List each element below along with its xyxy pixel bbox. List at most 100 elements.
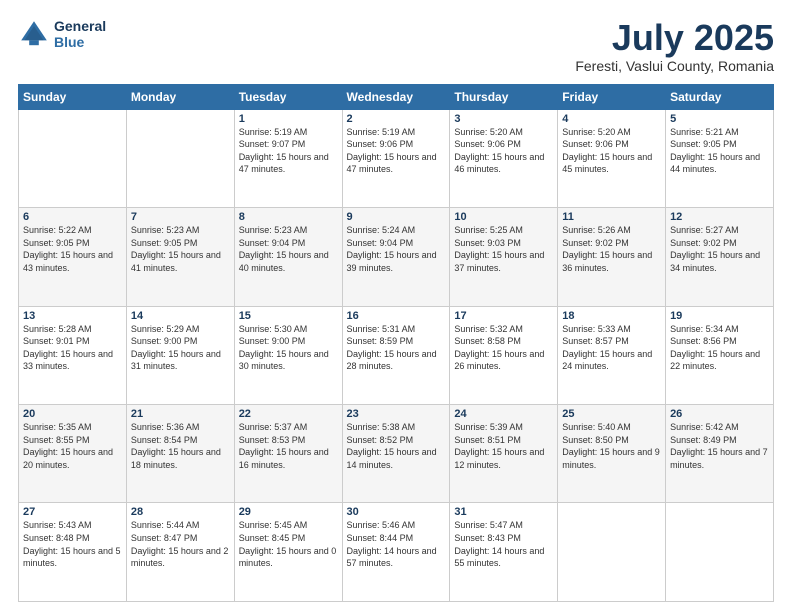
day-number: 25	[562, 408, 661, 420]
daylight-hours: Daylight: 15 hours and 2 minutes.	[131, 546, 229, 569]
daylight-hours: Daylight: 15 hours and 45 minutes.	[562, 152, 652, 175]
day-info: Sunrise: 5:19 AM Sunset: 9:06 PM Dayligh…	[347, 126, 446, 176]
sunrise-time: Sunrise: 5:20 AM	[454, 127, 523, 137]
day-number: 31	[454, 506, 553, 518]
day-number: 22	[239, 408, 338, 420]
day-info: Sunrise: 5:35 AM Sunset: 8:55 PM Dayligh…	[23, 421, 122, 471]
table-row: 18 Sunrise: 5:33 AM Sunset: 8:57 PM Dayl…	[558, 306, 666, 404]
sunset-time: Sunset: 9:00 PM	[239, 336, 306, 346]
sunrise-time: Sunrise: 5:25 AM	[454, 225, 523, 235]
table-row: 8 Sunrise: 5:23 AM Sunset: 9:04 PM Dayli…	[234, 208, 342, 306]
sunrise-time: Sunrise: 5:38 AM	[347, 422, 416, 432]
day-number: 5	[670, 113, 769, 125]
day-number: 26	[670, 408, 769, 420]
table-row: 13 Sunrise: 5:28 AM Sunset: 9:01 PM Dayl…	[19, 306, 127, 404]
day-info: Sunrise: 5:39 AM Sunset: 8:51 PM Dayligh…	[454, 421, 553, 471]
sunset-time: Sunset: 9:06 PM	[454, 139, 521, 149]
day-info: Sunrise: 5:30 AM Sunset: 9:00 PM Dayligh…	[239, 323, 338, 373]
sunset-time: Sunset: 8:52 PM	[347, 435, 414, 445]
calendar-week-row: 6 Sunrise: 5:22 AM Sunset: 9:05 PM Dayli…	[19, 208, 774, 306]
day-info: Sunrise: 5:43 AM Sunset: 8:48 PM Dayligh…	[23, 519, 122, 569]
daylight-hours: Daylight: 15 hours and 24 minutes.	[562, 349, 652, 372]
sunrise-time: Sunrise: 5:42 AM	[670, 422, 739, 432]
day-info: Sunrise: 5:28 AM Sunset: 9:01 PM Dayligh…	[23, 323, 122, 373]
day-number: 7	[131, 211, 230, 223]
table-row: 28 Sunrise: 5:44 AM Sunset: 8:47 PM Dayl…	[126, 503, 234, 602]
table-row: 25 Sunrise: 5:40 AM Sunset: 8:50 PM Dayl…	[558, 405, 666, 503]
sunrise-time: Sunrise: 5:19 AM	[347, 127, 416, 137]
calendar-header-row: Sunday Monday Tuesday Wednesday Thursday…	[19, 84, 774, 109]
sunrise-time: Sunrise: 5:33 AM	[562, 324, 631, 334]
sunrise-time: Sunrise: 5:46 AM	[347, 520, 416, 530]
daylight-hours: Daylight: 15 hours and 20 minutes.	[23, 447, 113, 470]
day-info: Sunrise: 5:32 AM Sunset: 8:58 PM Dayligh…	[454, 323, 553, 373]
day-number: 19	[670, 310, 769, 322]
sunset-time: Sunset: 9:05 PM	[131, 238, 198, 248]
day-number: 30	[347, 506, 446, 518]
sunset-time: Sunset: 9:02 PM	[562, 238, 629, 248]
col-sunday: Sunday	[19, 84, 127, 109]
table-row: 16 Sunrise: 5:31 AM Sunset: 8:59 PM Dayl…	[342, 306, 450, 404]
col-thursday: Thursday	[450, 84, 558, 109]
sunset-time: Sunset: 9:00 PM	[131, 336, 198, 346]
day-number: 9	[347, 211, 446, 223]
day-info: Sunrise: 5:26 AM Sunset: 9:02 PM Dayligh…	[562, 224, 661, 274]
day-number: 24	[454, 408, 553, 420]
sunset-time: Sunset: 8:54 PM	[131, 435, 198, 445]
sunset-time: Sunset: 8:58 PM	[454, 336, 521, 346]
sunrise-time: Sunrise: 5:47 AM	[454, 520, 523, 530]
daylight-hours: Daylight: 15 hours and 9 minutes.	[562, 447, 660, 470]
day-info: Sunrise: 5:24 AM Sunset: 9:04 PM Dayligh…	[347, 224, 446, 274]
day-number: 1	[239, 113, 338, 125]
day-info: Sunrise: 5:23 AM Sunset: 9:04 PM Dayligh…	[239, 224, 338, 274]
logo-text: General Blue	[54, 18, 106, 50]
table-row: 12 Sunrise: 5:27 AM Sunset: 9:02 PM Dayl…	[666, 208, 774, 306]
daylight-hours: Daylight: 15 hours and 37 minutes.	[454, 250, 544, 273]
day-number: 21	[131, 408, 230, 420]
table-row: 11 Sunrise: 5:26 AM Sunset: 9:02 PM Dayl…	[558, 208, 666, 306]
day-info: Sunrise: 5:36 AM Sunset: 8:54 PM Dayligh…	[131, 421, 230, 471]
sunrise-time: Sunrise: 5:36 AM	[131, 422, 200, 432]
calendar-table: Sunday Monday Tuesday Wednesday Thursday…	[18, 84, 774, 602]
day-info: Sunrise: 5:29 AM Sunset: 9:00 PM Dayligh…	[131, 323, 230, 373]
daylight-hours: Daylight: 15 hours and 26 minutes.	[454, 349, 544, 372]
sunset-time: Sunset: 9:03 PM	[454, 238, 521, 248]
daylight-hours: Daylight: 15 hours and 47 minutes.	[347, 152, 437, 175]
sunrise-time: Sunrise: 5:29 AM	[131, 324, 200, 334]
day-number: 28	[131, 506, 230, 518]
day-info: Sunrise: 5:46 AM Sunset: 8:44 PM Dayligh…	[347, 519, 446, 569]
calendar-week-row: 27 Sunrise: 5:43 AM Sunset: 8:48 PM Dayl…	[19, 503, 774, 602]
daylight-hours: Daylight: 15 hours and 34 minutes.	[670, 250, 760, 273]
day-number: 10	[454, 211, 553, 223]
col-saturday: Saturday	[666, 84, 774, 109]
day-number: 8	[239, 211, 338, 223]
sunrise-time: Sunrise: 5:43 AM	[23, 520, 92, 530]
day-number: 6	[23, 211, 122, 223]
daylight-hours: Daylight: 14 hours and 57 minutes.	[347, 546, 437, 569]
sunrise-time: Sunrise: 5:23 AM	[131, 225, 200, 235]
table-row: 22 Sunrise: 5:37 AM Sunset: 8:53 PM Dayl…	[234, 405, 342, 503]
daylight-hours: Daylight: 15 hours and 31 minutes.	[131, 349, 221, 372]
table-row: 24 Sunrise: 5:39 AM Sunset: 8:51 PM Dayl…	[450, 405, 558, 503]
table-row: 3 Sunrise: 5:20 AM Sunset: 9:06 PM Dayli…	[450, 109, 558, 207]
day-number: 16	[347, 310, 446, 322]
sunrise-time: Sunrise: 5:28 AM	[23, 324, 92, 334]
table-row: 23 Sunrise: 5:38 AM Sunset: 8:52 PM Dayl…	[342, 405, 450, 503]
daylight-hours: Daylight: 14 hours and 55 minutes.	[454, 546, 544, 569]
col-monday: Monday	[126, 84, 234, 109]
sunrise-time: Sunrise: 5:39 AM	[454, 422, 523, 432]
sunrise-time: Sunrise: 5:21 AM	[670, 127, 739, 137]
day-info: Sunrise: 5:45 AM Sunset: 8:45 PM Dayligh…	[239, 519, 338, 569]
table-row: 5 Sunrise: 5:21 AM Sunset: 9:05 PM Dayli…	[666, 109, 774, 207]
sunset-time: Sunset: 8:57 PM	[562, 336, 629, 346]
table-row: 7 Sunrise: 5:23 AM Sunset: 9:05 PM Dayli…	[126, 208, 234, 306]
subtitle: Feresti, Vaslui County, Romania	[575, 58, 774, 74]
daylight-hours: Daylight: 15 hours and 44 minutes.	[670, 152, 760, 175]
day-info: Sunrise: 5:23 AM Sunset: 9:05 PM Dayligh…	[131, 224, 230, 274]
daylight-hours: Daylight: 15 hours and 0 minutes.	[239, 546, 337, 569]
sunrise-time: Sunrise: 5:27 AM	[670, 225, 739, 235]
daylight-hours: Daylight: 15 hours and 12 minutes.	[454, 447, 544, 470]
day-info: Sunrise: 5:37 AM Sunset: 8:53 PM Dayligh…	[239, 421, 338, 471]
calendar-week-row: 1 Sunrise: 5:19 AM Sunset: 9:07 PM Dayli…	[19, 109, 774, 207]
day-info: Sunrise: 5:19 AM Sunset: 9:07 PM Dayligh…	[239, 126, 338, 176]
